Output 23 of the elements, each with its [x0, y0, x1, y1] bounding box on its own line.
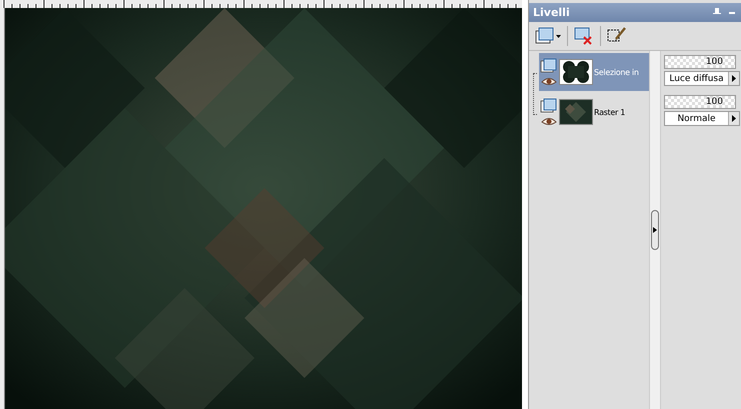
opacity-field[interactable]: 100 [664, 95, 736, 109]
eye-icon[interactable] [541, 77, 557, 86]
layer-type-icon[interactable] [540, 98, 558, 114]
layer-type-icon[interactable] [540, 58, 558, 74]
blend-mode-dropdown[interactable]: Normale [664, 111, 740, 126]
delete-layer-icon[interactable] [574, 27, 594, 45]
layer-name: Selezione in [594, 68, 639, 76]
layer-thumbnail [559, 59, 593, 85]
minimize-icon[interactable] [729, 12, 735, 14]
dropdown-arrow-icon [732, 75, 736, 82]
expand-handle[interactable] [651, 210, 659, 250]
expand-arrow-icon [653, 227, 657, 233]
pin-icon[interactable] [713, 8, 721, 17]
layer-name: Raster 1 [594, 108, 626, 116]
eye-icon[interactable] [541, 117, 557, 126]
selection-brush-icon[interactable] [607, 27, 627, 45]
opacity-field[interactable]: 100 [664, 55, 736, 69]
layer-thumbnail [559, 99, 593, 125]
blend-mode-dropdown[interactable]: Luce diffusa [664, 71, 740, 86]
layer-row[interactable]: Raster 1 [539, 93, 649, 131]
new-layer-icon[interactable] [535, 27, 561, 45]
dropdown-arrow-icon [732, 115, 736, 122]
panel-title: Livelli [533, 6, 571, 19]
